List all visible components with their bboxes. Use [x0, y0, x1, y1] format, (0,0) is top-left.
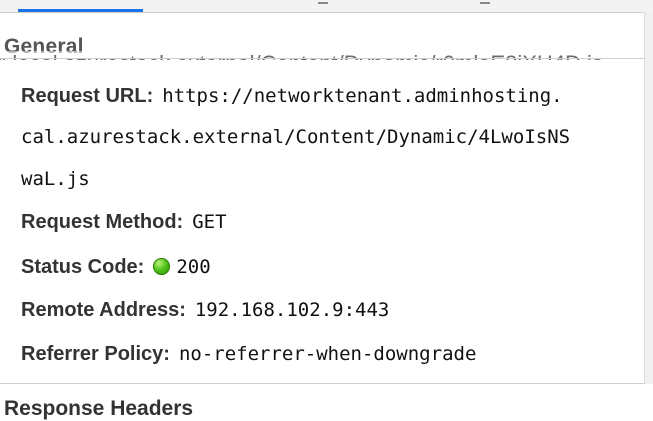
divider — [0, 383, 645, 384]
request-url-row: Request URL: https://networktenant.adminh… — [21, 83, 563, 108]
request-method-value[interactable]: GET — [192, 211, 226, 233]
response-headers-section-header[interactable]: Response Headers — [4, 397, 193, 421]
referrer-policy-value[interactable]: no-referrer-when-downgrade — [179, 343, 476, 365]
active-tab-indicator — [18, 9, 143, 12]
request-url-label: Request URL: — [21, 85, 154, 107]
request-method-label: Request Method: — [21, 211, 184, 233]
referrer-policy-row: Referrer Policy: no-referrer-when-downgra… — [21, 341, 476, 366]
referrer-policy-label: Referrer Policy: — [21, 343, 170, 365]
general-section-header[interactable]: General g.local.azurestack.external/Cont… — [0, 32, 645, 60]
status-ok-icon — [153, 258, 171, 275]
remote-address-value[interactable]: 192.168.102.9:443 — [195, 299, 389, 321]
status-code-row: Status Code: 200 — [21, 254, 211, 279]
request-method-row: Request Method: GET — [21, 209, 227, 234]
divider — [0, 58, 645, 59]
tab-edge-icon — [318, 0, 328, 4]
remote-address-label: Remote Address: — [21, 299, 186, 321]
tab-strip — [0, 0, 653, 13]
request-url-continuation[interactable]: cal.azurestack.external/Content/Dynamic/… — [21, 126, 570, 148]
request-url-value[interactable]: https://networktenant.adminhosting. — [162, 85, 562, 107]
scrollbar[interactable] — [644, 12, 653, 384]
tab-edge-icon — [480, 0, 490, 4]
remote-address-row: Remote Address: 192.168.102.9:443 — [21, 297, 389, 322]
status-code-label: Status Code: — [21, 256, 145, 278]
request-url-continuation[interactable]: waL.js — [21, 168, 90, 190]
status-code-value[interactable]: 200 — [176, 256, 210, 278]
